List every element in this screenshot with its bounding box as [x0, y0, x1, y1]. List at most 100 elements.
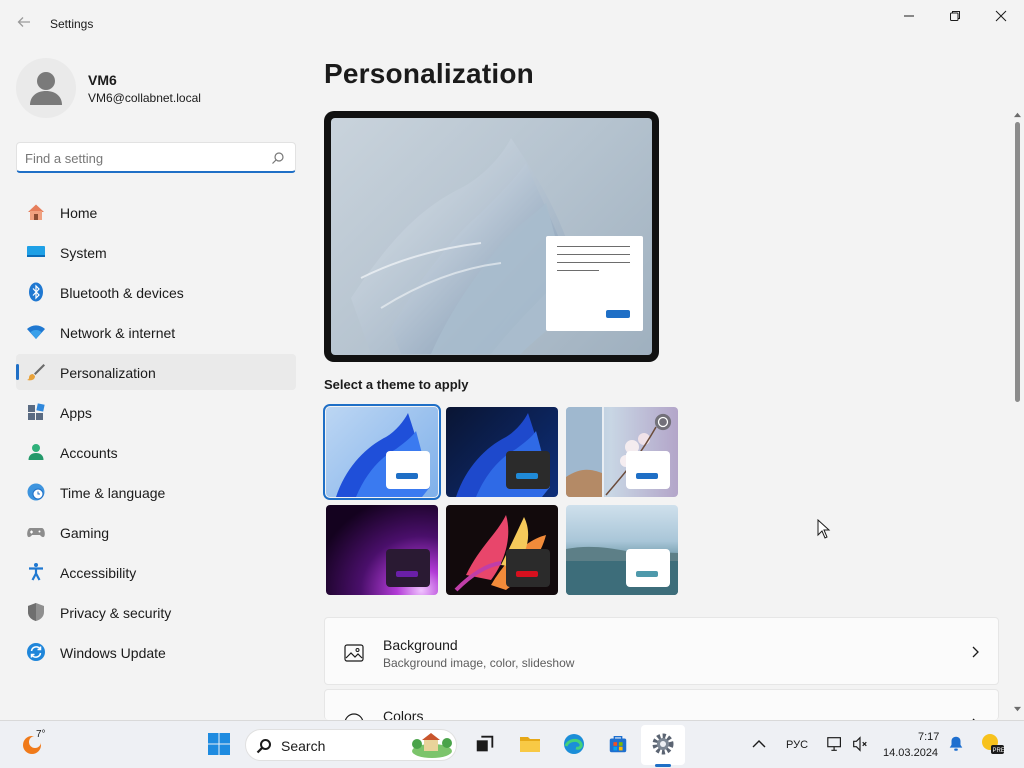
notifications-button[interactable] [943, 731, 969, 757]
scroll-up-arrow-icon [1014, 112, 1021, 118]
wallpaper-preview [331, 118, 652, 355]
theme-grid [323, 404, 684, 597]
copilot-preview-button[interactable]: PRE [979, 731, 1005, 757]
restore-button[interactable] [932, 4, 978, 28]
spotlight-badge-icon [654, 413, 672, 431]
close-button[interactable] [978, 4, 1024, 28]
sidebar-item-label: Time & language [60, 485, 166, 501]
sidebar-item-home[interactable]: Home [16, 194, 296, 230]
minimize-icon [904, 15, 914, 17]
gear-icon [652, 733, 674, 755]
theme-window-mockup [626, 549, 670, 587]
task-view-icon [476, 735, 494, 752]
theme-windows-light[interactable] [323, 404, 441, 500]
clock-time[interactable]: 7:17 [918, 731, 939, 743]
sidebar-item-gaming[interactable]: Gaming [16, 514, 296, 550]
sidebar-item-network[interactable]: Network & internet [16, 314, 296, 350]
home-icon [28, 204, 44, 220]
sidebar-item-accessibility[interactable]: Accessibility [16, 554, 296, 590]
theme-spotlight[interactable] [566, 407, 678, 497]
scroll-down-arrow-icon [1014, 706, 1021, 712]
find-setting-search[interactable] [16, 142, 296, 173]
sidebar-item-windows-update[interactable]: Windows Update [16, 634, 296, 670]
theme-window-mockup [386, 451, 430, 489]
scrollbar-thumb[interactable] [1015, 122, 1020, 402]
person-icon [30, 72, 62, 105]
store-button[interactable] [605, 731, 631, 757]
show-hidden-icons-button[interactable] [746, 731, 772, 757]
taskbar-search[interactable]: Search [245, 729, 457, 761]
sidebar-item-label: Gaming [60, 525, 110, 541]
theme-accent-bar [636, 571, 658, 577]
preview-button [606, 310, 630, 318]
mouse-cursor-icon [817, 519, 831, 539]
update-icon [27, 643, 45, 661]
user-profile[interactable]: VM6 VM6@collabnet.local [16, 58, 296, 118]
sidebar-item-label: Apps [60, 405, 92, 421]
search-highlight-image [412, 733, 452, 758]
edge-icon [564, 734, 584, 754]
accounts-icon [28, 444, 44, 460]
theme-window-mockup [626, 451, 670, 489]
sidebar-item-personalization[interactable]: Personalization [16, 354, 296, 390]
background-card-title: Background [383, 637, 458, 653]
network-tray-button[interactable] [822, 731, 848, 757]
preview-line [557, 270, 599, 271]
sidebar-item-bluetooth[interactable]: Bluetooth & devices [16, 274, 296, 310]
start-button[interactable] [206, 731, 232, 757]
file-explorer-button[interactable] [517, 731, 543, 757]
theme-preview [324, 111, 659, 362]
windows-logo-icon [208, 733, 230, 755]
apps-icon [28, 403, 45, 420]
colors-card[interactable]: Colors [324, 689, 999, 720]
app-title: Settings [50, 17, 94, 31]
sidebar-item-label: Windows Update [60, 645, 166, 661]
sidebar-item-label: Accessibility [60, 565, 137, 581]
task-view-button[interactable] [472, 731, 498, 757]
search-input[interactable] [25, 148, 261, 168]
palette-icon [344, 713, 364, 720]
bell-icon [949, 736, 963, 751]
minimize-button[interactable] [886, 4, 932, 28]
sidebar-item-label: Privacy & security [60, 605, 172, 621]
accessibility-icon [29, 563, 43, 581]
network-monitor-icon [827, 737, 841, 751]
search-icon [256, 739, 271, 754]
folder-icon [520, 737, 540, 752]
theme-captured-motion[interactable] [446, 505, 558, 595]
theme-accent-bar [396, 473, 418, 479]
page-title: Personalization [324, 58, 534, 89]
sidebar-item-system[interactable]: System [16, 234, 296, 270]
sidebar-item-time-language[interactable]: Time & language [16, 474, 296, 510]
background-card-subtitle: Background image, color, slideshow [383, 656, 575, 670]
volume-tray-button[interactable] [847, 731, 873, 757]
taskbar: 7° Search РУС 7:17 14.03.2024 PRE [0, 720, 1024, 768]
background-card[interactable]: Background Background image, color, slid… [324, 617, 999, 685]
colors-card-title: Colors [383, 708, 424, 720]
brush-icon [27, 364, 45, 381]
clock-date[interactable]: 14.03.2024 [883, 747, 938, 759]
preview-line [557, 254, 630, 255]
vertical-scrollbar[interactable] [1012, 110, 1024, 720]
search-icon [272, 152, 284, 164]
sidebar-item-privacy-security[interactable]: Privacy & security [16, 594, 296, 630]
preview-line [557, 262, 630, 263]
clock-globe-icon [27, 483, 45, 501]
settings-taskbar-button[interactable] [650, 731, 676, 757]
weather-temperature: 7° [36, 729, 46, 740]
sidebar-item-accounts[interactable]: Accounts [16, 434, 296, 470]
sidebar-item-label: Home [60, 205, 98, 221]
preview-line [557, 246, 630, 247]
edge-browser-button[interactable] [561, 731, 587, 757]
sidebar-item-apps[interactable]: Apps [16, 394, 296, 430]
theme-window-mockup [506, 549, 550, 587]
theme-flow[interactable] [566, 505, 678, 595]
theme-glow[interactable] [326, 505, 438, 595]
avatar [16, 58, 76, 118]
theme-window-mockup [506, 451, 550, 489]
restore-icon [950, 11, 960, 21]
theme-windows-dark[interactable] [446, 407, 558, 497]
back-button[interactable] [14, 14, 34, 34]
input-language-indicator[interactable]: РУС [786, 739, 808, 751]
copilot-pre-icon: PRE [982, 734, 1005, 754]
